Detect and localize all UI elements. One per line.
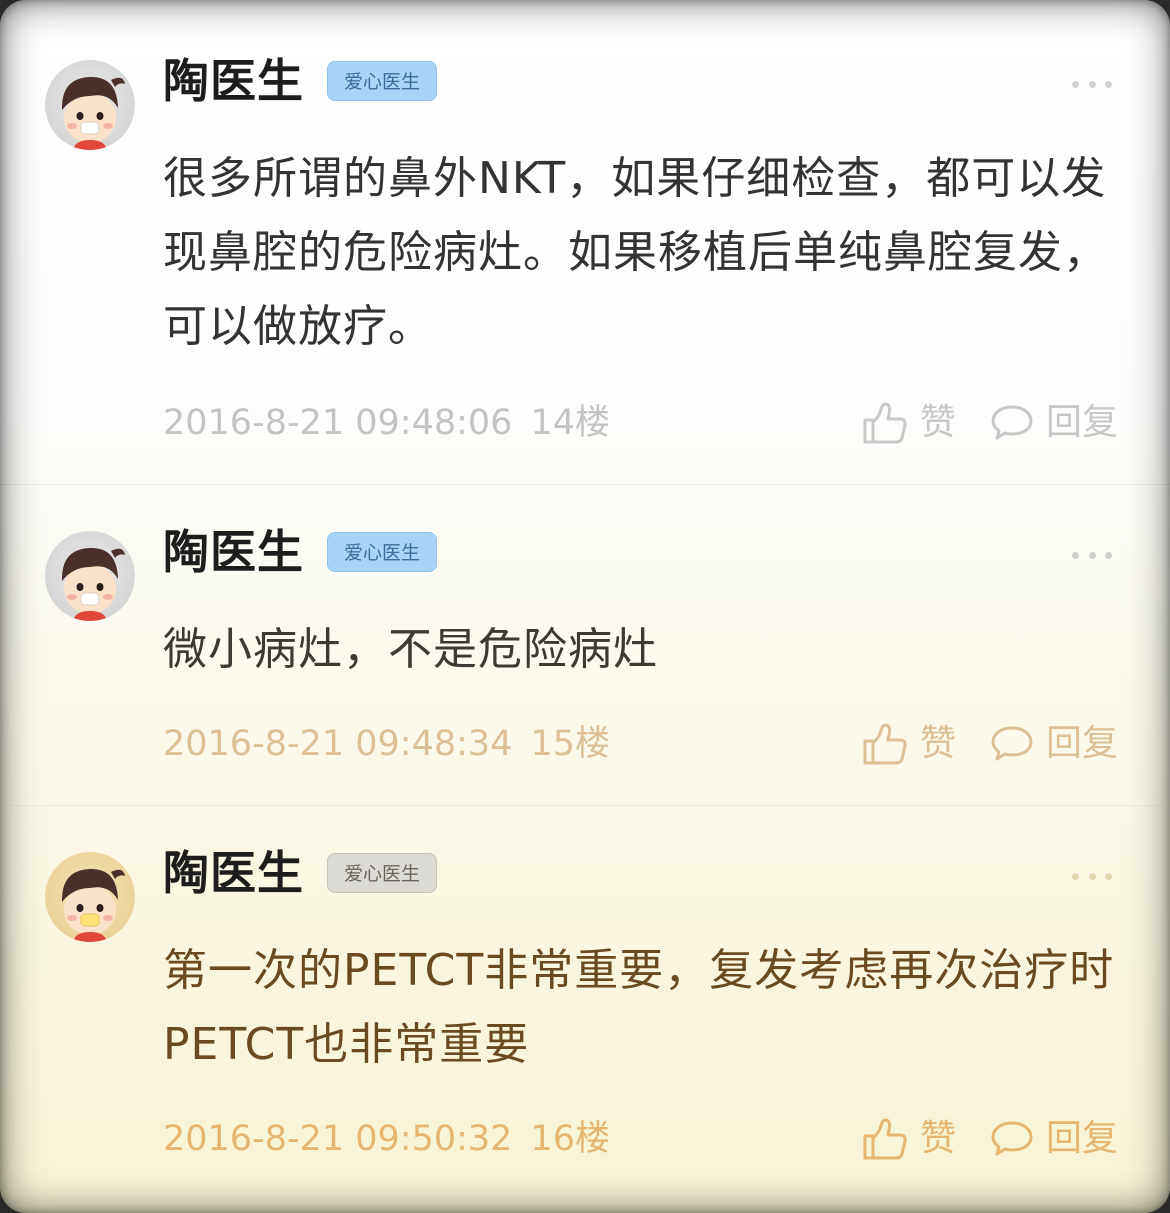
comment-item: 陶医生 爱心医生 第一次的PETCT非常重要，复发考虑再次治疗时PETCT也非常… — [0, 806, 1170, 1213]
comment-timestamp: 2016-8-21 09:48:06 — [163, 403, 513, 443]
comment-text: 微小病灶，不是危险病灶 — [163, 624, 658, 675]
comment-text: 很多所谓的鼻外NKT，如果仔细检查，都可以发现鼻腔的危险病灶。如果移植后单纯鼻腔… — [163, 153, 1108, 352]
like-label: 赞 — [920, 402, 957, 443]
floor-number: 15楼 — [530, 724, 610, 764]
thumbs-up-icon — [863, 723, 907, 765]
floor-number: 14楼 — [530, 403, 610, 443]
avatar[interactable] — [45, 60, 135, 150]
more-dots-icon[interactable] — [1072, 80, 1112, 88]
reply-button[interactable]: 回复 — [990, 401, 1118, 445]
comment-meta: 2016-8-21 09:48:34 15楼 — [163, 722, 610, 766]
doctor-badge: 爱心医生 — [327, 61, 437, 101]
reply-label: 回复 — [1046, 723, 1119, 764]
comment-thread: 陶医生 爱心医生 很多所谓的鼻外NKT，如果仔细检查，都可以发现鼻腔的危险病灶。… — [0, 0, 1170, 1213]
like-label: 赞 — [920, 1118, 957, 1159]
thumbs-up-icon — [863, 1118, 907, 1160]
comment-meta: 2016-8-21 09:50:32 16楼 — [163, 1117, 610, 1161]
cartoon-doctor-avatar-icon — [61, 868, 125, 942]
floor-number: 16楼 — [530, 1119, 610, 1159]
avatar[interactable] — [45, 531, 135, 621]
reply-label: 回复 — [1046, 1118, 1119, 1159]
reply-label: 回复 — [1046, 402, 1119, 443]
like-label: 赞 — [920, 723, 957, 764]
comment-item: 陶医生 爱心医生 很多所谓的鼻外NKT，如果仔细检查，都可以发现鼻腔的危险病灶。… — [0, 0, 1170, 484]
author-name[interactable]: 陶医生 — [163, 524, 304, 580]
reply-button[interactable]: 回复 — [990, 722, 1118, 766]
speech-bubble-icon — [991, 1121, 1033, 1156]
thumbs-up-icon — [863, 402, 907, 444]
doctor-badge: 爱心医生 — [327, 853, 437, 893]
doctor-badge: 爱心医生 — [327, 532, 437, 572]
comment-timestamp: 2016-8-21 09:48:34 — [163, 724, 513, 764]
author-name[interactable]: 陶医生 — [163, 845, 304, 901]
more-dots-icon[interactable] — [1072, 551, 1112, 559]
author-name[interactable]: 陶医生 — [163, 53, 304, 109]
speech-bubble-icon — [991, 405, 1033, 440]
more-dots-icon[interactable] — [1072, 872, 1112, 880]
cartoon-doctor-avatar-icon — [61, 76, 125, 150]
avatar[interactable] — [45, 852, 135, 942]
reply-button[interactable]: 回复 — [990, 1117, 1118, 1161]
like-button[interactable]: 赞 — [862, 722, 956, 766]
speech-bubble-icon — [991, 726, 1033, 761]
comment-timestamp: 2016-8-21 09:50:32 — [163, 1119, 513, 1159]
comment-meta: 2016-8-21 09:48:06 14楼 — [163, 401, 610, 445]
cartoon-doctor-avatar-icon — [61, 547, 125, 621]
comment-item: 陶医生 爱心医生 微小病灶，不是危险病灶 2016-8-21 09:48:34 1… — [0, 485, 1170, 805]
comment-text: 第一次的PETCT非常重要，复发考虑再次治疗时PETCT也非常重要 — [163, 945, 1115, 1070]
like-button[interactable]: 赞 — [862, 1117, 956, 1161]
like-button[interactable]: 赞 — [862, 401, 956, 445]
